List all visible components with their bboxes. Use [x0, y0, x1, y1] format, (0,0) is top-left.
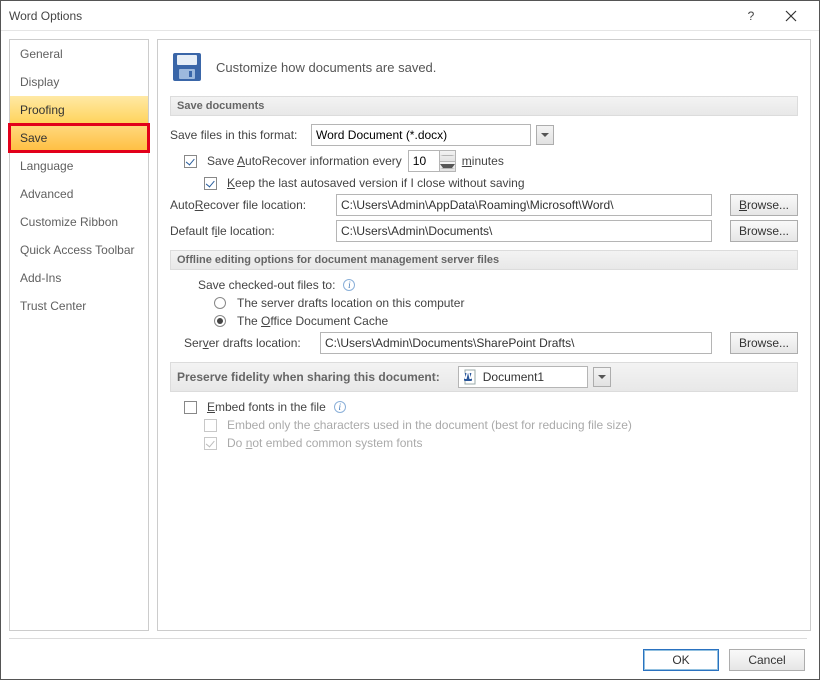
section-offline: Offline editing options for document man…: [170, 250, 798, 270]
keep-last-checkbox[interactable]: [204, 177, 217, 190]
sidebar-item-customize-ribbon[interactable]: Customize Ribbon: [10, 208, 148, 236]
preserve-doc-dropdown[interactable]: [593, 367, 611, 387]
section-save-documents: Save documents: [170, 96, 798, 116]
autorec-loc-label: AutoRecover file location:: [170, 198, 330, 212]
drafts-loc-label: Server drafts location:: [184, 336, 314, 350]
sidebar-item-advanced[interactable]: Advanced: [10, 180, 148, 208]
ok-button[interactable]: OK: [643, 649, 719, 671]
svg-text:W: W: [463, 369, 474, 382]
browse-autorec-button[interactable]: Browse...: [730, 194, 798, 216]
autorec-location-input[interactable]: [336, 194, 712, 216]
format-value: Word Document (*.docx): [311, 124, 531, 146]
embed-only-checkbox: [204, 419, 217, 432]
section-preserve: Preserve fidelity when sharing this docu…: [170, 362, 798, 392]
sidebar-item-addins[interactable]: Add-Ins: [10, 264, 148, 292]
autorecover-minutes[interactable]: 10: [408, 150, 456, 172]
sidebar-item-language[interactable]: Language: [10, 152, 148, 180]
word-doc-icon: W: [463, 369, 479, 385]
window-title: Word Options: [9, 9, 731, 23]
header-description: Customize how documents are saved.: [216, 60, 436, 75]
preserve-doc-select: W Document1: [458, 366, 588, 388]
sidebar-item-proofing[interactable]: Proofing: [10, 96, 148, 124]
autorecover-checkbox[interactable]: [184, 155, 197, 168]
sidebar-item-qat[interactable]: Quick Access Toolbar: [10, 236, 148, 264]
info-icon[interactable]: i: [334, 401, 346, 413]
info-icon[interactable]: i: [343, 279, 355, 291]
save-disk-icon: [170, 50, 204, 84]
checked-out-label: Save checked-out files to:: [198, 278, 335, 292]
sidebar-item-display[interactable]: Display: [10, 68, 148, 96]
close-button[interactable]: [771, 2, 811, 30]
titlebar: Word Options ?: [1, 1, 819, 31]
sidebar: General Display Proofing Save Language A…: [9, 39, 149, 631]
chevron-down-icon: [541, 133, 549, 137]
browse-default-button[interactable]: Browse...: [730, 220, 798, 242]
word-options-dialog: Word Options ? General Display Proofing …: [0, 0, 820, 680]
embed-fonts-checkbox[interactable]: [184, 401, 197, 414]
no-common-checkbox: [204, 437, 217, 450]
sidebar-item-general[interactable]: General: [10, 40, 148, 68]
sidebar-item-trust-center[interactable]: Trust Center: [10, 292, 148, 320]
format-dropdown[interactable]: [536, 125, 554, 145]
help-button[interactable]: ?: [731, 2, 771, 30]
radio-server-drafts[interactable]: [214, 297, 226, 309]
content-pane: Customize how documents are saved. Save …: [157, 39, 811, 631]
footer-separator: [9, 638, 807, 639]
format-label: Save files in this format:: [170, 128, 305, 142]
browse-drafts-button[interactable]: Browse...: [730, 332, 798, 354]
spin-down[interactable]: [440, 162, 455, 172]
cancel-button[interactable]: Cancel: [729, 649, 805, 671]
spin-up[interactable]: [440, 151, 455, 162]
default-location-input[interactable]: [336, 220, 712, 242]
default-loc-label: Default file location:: [170, 224, 330, 238]
sidebar-item-save[interactable]: Save: [9, 123, 149, 153]
drafts-location-input[interactable]: [320, 332, 712, 354]
radio-office-cache[interactable]: [214, 315, 226, 327]
